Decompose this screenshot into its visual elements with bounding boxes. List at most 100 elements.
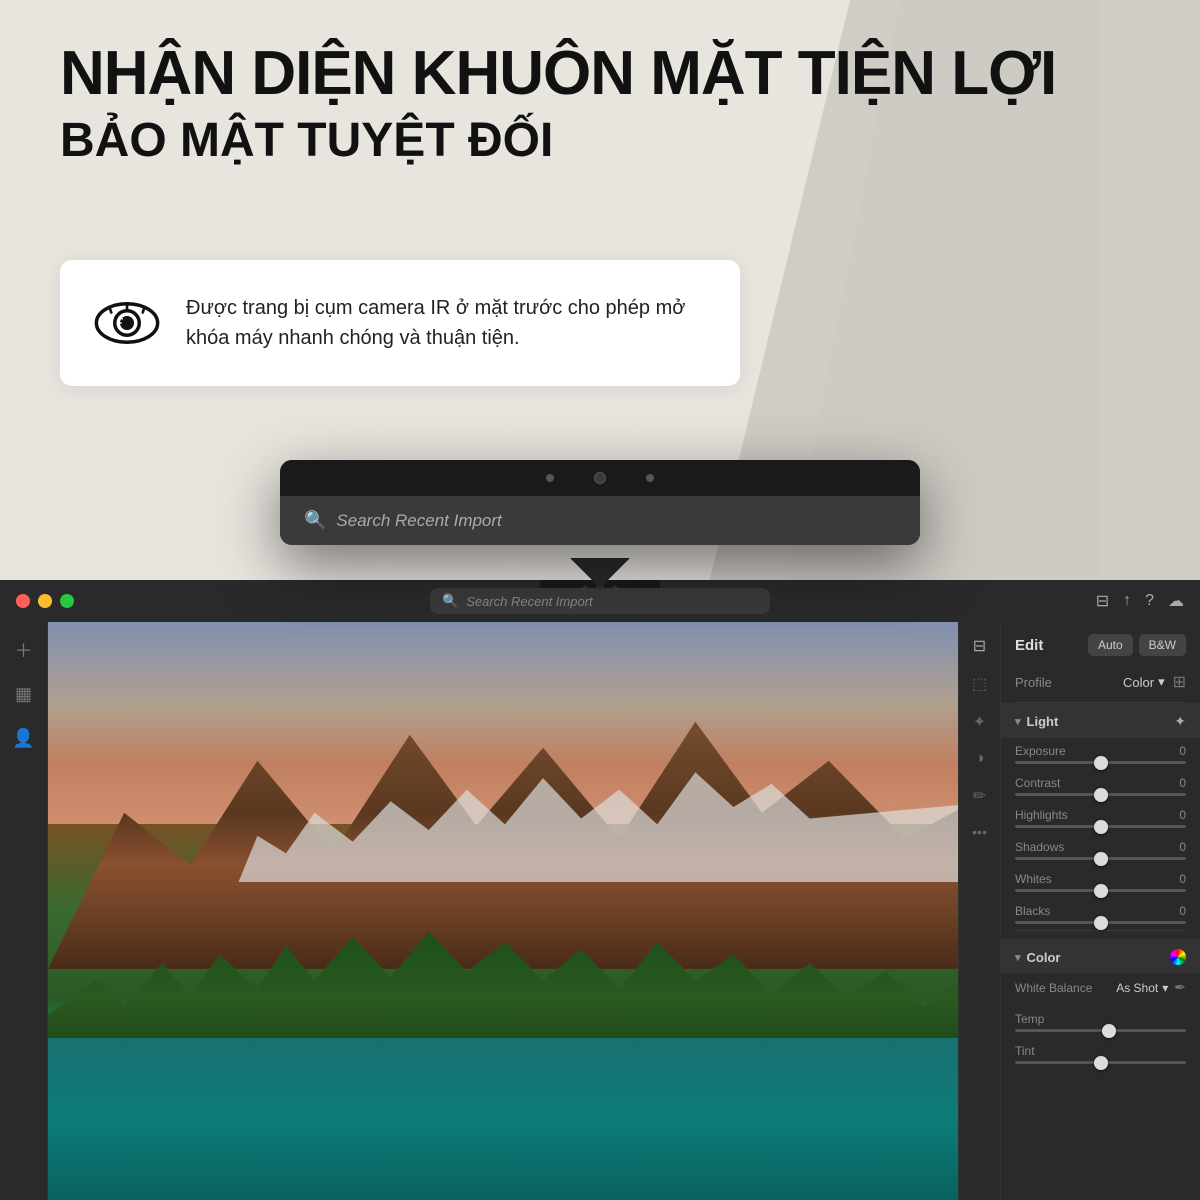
tint-slider-thumb[interactable] xyxy=(1094,1056,1108,1070)
track-5[interactable] xyxy=(1015,921,1186,924)
slider-row-whites: Whites 0 xyxy=(1001,866,1200,898)
wb-row: White Balance As Shot ▾ ✒ xyxy=(1015,979,1186,996)
adjust-sidebar: ⊟ ⬚ ✦ ◑ ✏ ••• xyxy=(958,622,1000,1200)
temp-label: Temp xyxy=(1015,1012,1044,1026)
color-section-header[interactable]: ▾ Color xyxy=(1001,939,1200,973)
label-2: Highlights xyxy=(1015,808,1068,822)
sub-title: BẢO MẬT TUYỆT ĐỐI xyxy=(60,112,1140,170)
adjust-icon[interactable]: ⊟ xyxy=(973,636,986,656)
close-button[interactable] xyxy=(16,594,30,608)
lake-layer xyxy=(48,1038,1000,1200)
slider-row-blacks: Blacks 0 xyxy=(1001,898,1200,930)
heal-icon[interactable]: ✦ xyxy=(973,712,986,732)
color-section-title: ▾ Color xyxy=(1015,950,1060,965)
track-0[interactable] xyxy=(1015,761,1186,764)
traffic-lights xyxy=(16,594,74,608)
share-icon[interactable]: ↑ xyxy=(1123,592,1131,610)
thumb-0[interactable] xyxy=(1094,756,1108,770)
gradient-icon[interactable]: ◑ xyxy=(975,750,985,768)
eyedropper-icon[interactable]: ✒ xyxy=(1174,979,1186,996)
toolbar-right: ⊟ ↑ ? ☁ xyxy=(1096,591,1184,611)
search-popup: 🔍 Search Recent Import xyxy=(280,460,920,545)
label-1: Contrast xyxy=(1015,776,1060,790)
edit-label: Edit xyxy=(1015,637,1043,654)
tint-label: Tint xyxy=(1015,1044,1035,1058)
laptop-section: 🔍 Search Recent Import ⊟ ↑ ? ☁ ＋ ▦ 👤 xyxy=(0,580,1200,1200)
edit-header: Edit Auto B&W xyxy=(1001,622,1200,666)
edit-buttons: Auto B&W xyxy=(1088,634,1186,656)
thumb-3[interactable] xyxy=(1094,852,1108,866)
wb-value[interactable]: As Shot ▾ xyxy=(1116,981,1168,995)
temp-slider-thumb[interactable] xyxy=(1102,1024,1116,1038)
search-bar-laptop[interactable]: 🔍 Search Recent Import xyxy=(430,588,770,614)
profile-value[interactable]: Color ▾ xyxy=(1123,674,1165,690)
thumb-1[interactable] xyxy=(1094,788,1108,802)
wb-label: White Balance xyxy=(1015,981,1092,995)
bw-button[interactable]: B&W xyxy=(1139,634,1186,656)
thumb-5[interactable] xyxy=(1094,916,1108,930)
search-icon-laptop: 🔍 xyxy=(442,593,458,609)
minimize-button[interactable] xyxy=(38,594,52,608)
label-0: Exposure xyxy=(1015,744,1066,758)
temp-slider[interactable] xyxy=(1015,1029,1186,1032)
crop-icon[interactable]: ⬚ xyxy=(972,674,987,694)
eye-camera-icon xyxy=(92,288,162,358)
temp-slider-row: Temp xyxy=(1001,1006,1200,1038)
cloud-icon[interactable]: ☁ xyxy=(1168,591,1184,611)
info-description: Được trang bị cụm camera IR ở mặt trước … xyxy=(186,293,708,353)
lake-reflection xyxy=(48,1038,1000,1200)
value-5: 0 xyxy=(1179,904,1186,918)
webcam-dot-left xyxy=(546,474,554,482)
divider-2 xyxy=(1015,930,1186,931)
value-4: 0 xyxy=(1179,872,1186,886)
left-sidebar: ＋ ▦ 👤 xyxy=(0,622,48,1200)
webcam-lens xyxy=(594,472,606,484)
profile-grid-icon[interactable]: ⊞ xyxy=(1173,672,1186,692)
connector-arrow xyxy=(570,558,630,588)
sliders-container: Exposure 0 Contrast 0 Highlights 0 xyxy=(1001,738,1200,930)
info-card: Được trang bị cụm camera IR ở mặt trước … xyxy=(60,260,740,386)
maximize-button[interactable] xyxy=(60,594,74,608)
label-5: Blacks xyxy=(1015,904,1050,918)
search-placeholder: Search Recent Import xyxy=(336,511,501,531)
temp-label-row: Temp xyxy=(1015,1012,1186,1026)
main-title: NHẬN DIỆN KHUÔN MẶT TIỆN LỢI xyxy=(60,40,1140,108)
auto-button[interactable]: Auto xyxy=(1088,634,1133,656)
person-icon[interactable]: 👤 xyxy=(12,726,36,750)
search-text-laptop: Search Recent Import xyxy=(466,594,592,609)
label-4: Whites xyxy=(1015,872,1052,886)
main-content: ＋ ▦ 👤 xyxy=(0,622,1200,1200)
add-icon[interactable]: ＋ xyxy=(12,638,36,662)
color-indicator xyxy=(1170,949,1186,965)
more-icon[interactable]: ••• xyxy=(972,824,987,840)
thumb-2[interactable] xyxy=(1094,820,1108,834)
webcam-bar xyxy=(280,460,920,496)
track-1[interactable] xyxy=(1015,793,1186,796)
track-4[interactable] xyxy=(1015,889,1186,892)
grid-view-icon[interactable]: ▦ xyxy=(12,682,36,706)
right-panel: Edit Auto B&W Profile Color ▾ ⊞ xyxy=(1000,622,1200,1200)
track-2[interactable] xyxy=(1015,825,1186,828)
light-chevron: ▾ xyxy=(1015,715,1021,728)
filter-icon[interactable]: ⊟ xyxy=(1096,591,1109,611)
value-1: 0 xyxy=(1179,776,1186,790)
thumb-4[interactable] xyxy=(1094,884,1108,898)
light-section-title: ▾ Light xyxy=(1015,714,1058,729)
light-section-header[interactable]: ▾ Light ✦ xyxy=(1001,703,1200,738)
tint-slider-row: Tint xyxy=(1001,1038,1200,1070)
slider-row-contrast: Contrast 0 xyxy=(1001,770,1200,802)
wand-icon[interactable]: ✦ xyxy=(1174,713,1186,730)
snow-layer xyxy=(48,767,1000,883)
value-0: 0 xyxy=(1179,744,1186,758)
slider-row-exposure: Exposure 0 xyxy=(1001,738,1200,770)
slider-row-highlights: Highlights 0 xyxy=(1001,802,1200,834)
label-3: Shadows xyxy=(1015,840,1064,854)
brush-icon[interactable]: ✏ xyxy=(973,786,986,806)
tint-slider[interactable] xyxy=(1015,1061,1186,1064)
track-3[interactable] xyxy=(1015,857,1186,860)
white-balance-row: White Balance As Shot ▾ ✒ xyxy=(1001,973,1200,1006)
profile-label: Profile xyxy=(1015,675,1052,690)
help-icon[interactable]: ? xyxy=(1145,592,1154,610)
search-bar-popup[interactable]: 🔍 Search Recent Import xyxy=(280,496,920,545)
color-chevron: ▾ xyxy=(1015,951,1021,964)
